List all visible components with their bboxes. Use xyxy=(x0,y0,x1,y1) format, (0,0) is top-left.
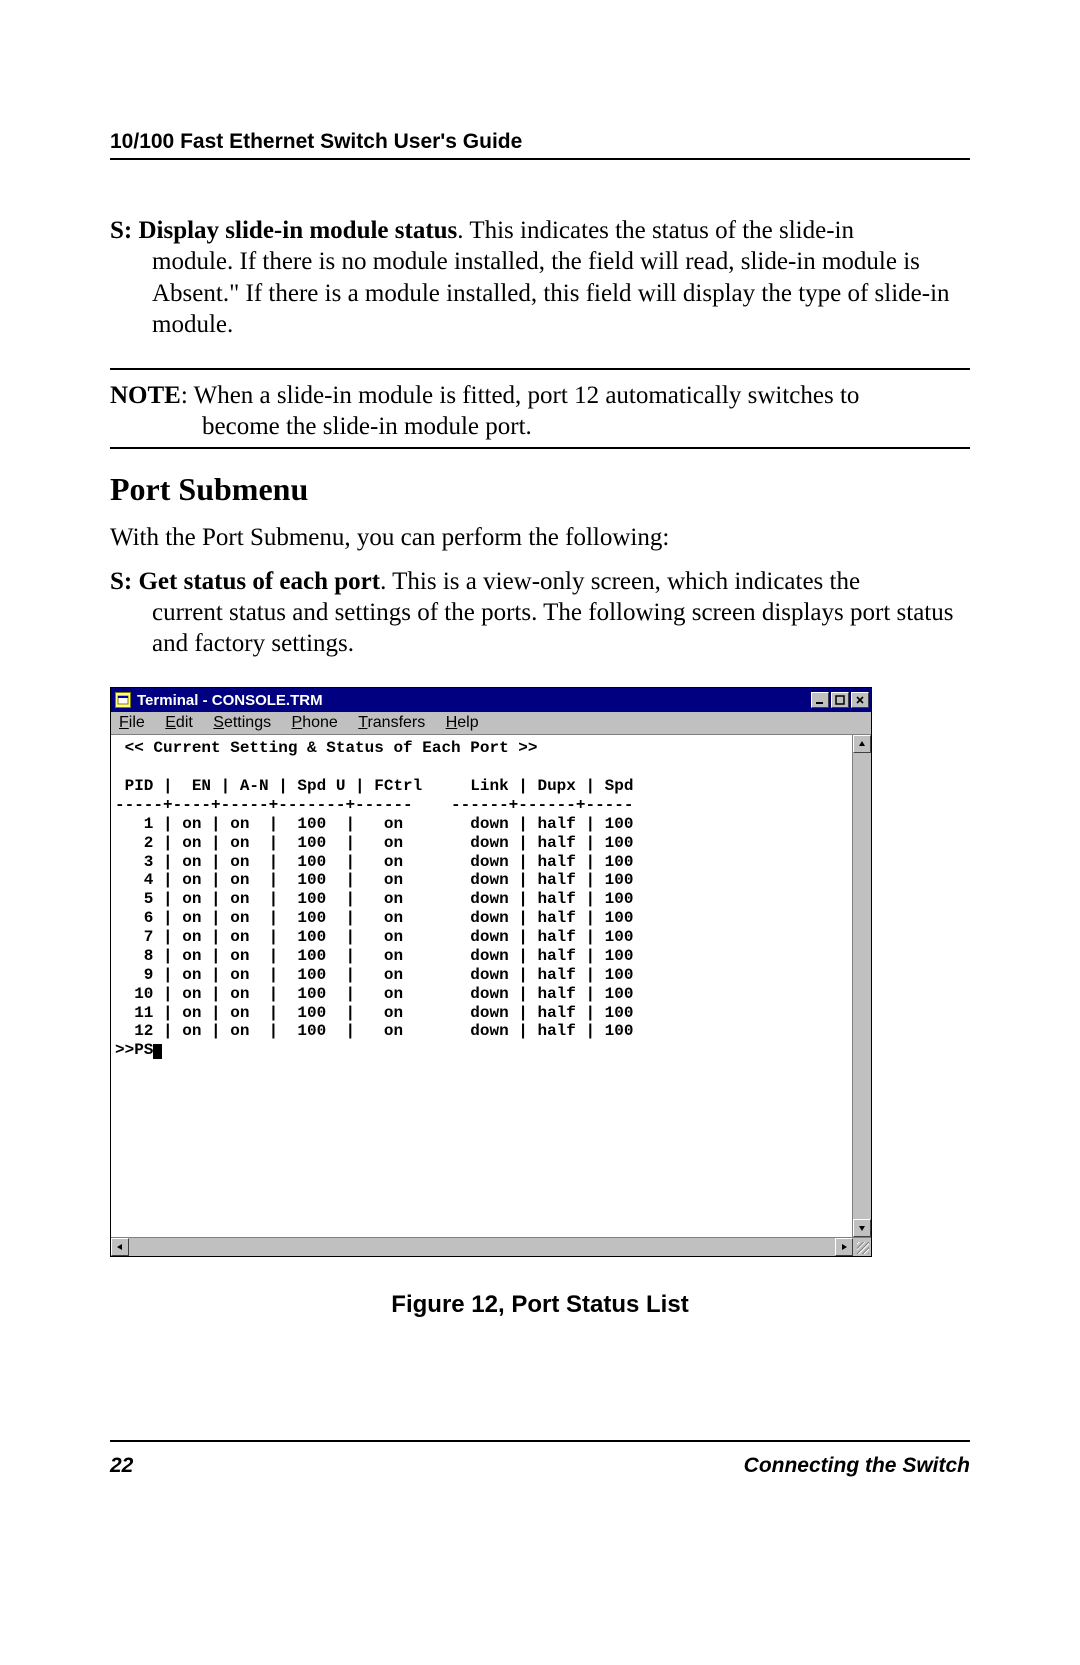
menubar: File Edit Settings Phone Transfers Help xyxy=(111,712,871,735)
resize-grip[interactable] xyxy=(853,1238,871,1256)
menu-edit[interactable]: Edit xyxy=(165,714,193,732)
note-rule-top xyxy=(110,368,970,370)
menu-settings[interactable]: Settings xyxy=(213,714,271,732)
para2-first-tail: . This is a view-only screen, which indi… xyxy=(380,568,860,595)
note-continuation: become the slide-in module port. xyxy=(110,411,970,442)
vertical-scrollbar[interactable] xyxy=(852,735,871,1237)
scroll-down-button[interactable] xyxy=(853,1219,871,1237)
scroll-right-button[interactable] xyxy=(835,1238,853,1256)
scroll-left-button[interactable] xyxy=(111,1238,129,1256)
para1-first-tail: . This indicates the status of the slide… xyxy=(457,217,854,244)
maximize-button[interactable] xyxy=(831,692,849,708)
page-header-title: 10/100 Fast Ethernet Switch User's Guide xyxy=(110,130,970,154)
terminal-cursor xyxy=(153,1044,162,1059)
para2-continuation: current status and settings of the ports… xyxy=(110,597,970,660)
note-rule-bottom xyxy=(110,447,970,449)
para1-continuation: module. If there is no module installed,… xyxy=(110,246,970,340)
menu-transfers[interactable]: Transfers xyxy=(358,714,425,732)
section-heading: Port Submenu xyxy=(110,471,970,508)
paragraph-slide-in-status: S: Display slide-in module status. This … xyxy=(110,215,970,340)
terminal-content: << Current Setting & Status of Each Port… xyxy=(111,735,852,1237)
titlebar: Terminal - CONSOLE.TRM xyxy=(111,688,871,712)
scroll-track-horizontal[interactable] xyxy=(129,1238,835,1256)
horizontal-scrollbar[interactable] xyxy=(111,1237,871,1256)
app-icon xyxy=(115,692,131,708)
window-title: Terminal - CONSOLE.TRM xyxy=(137,692,811,709)
header-rule xyxy=(110,158,970,160)
terminal-window: Terminal - CONSOLE.TRM File Edit Setting… xyxy=(110,687,872,1257)
scroll-track-vertical[interactable] xyxy=(853,753,871,1219)
footer-rule xyxy=(110,1440,970,1442)
menu-phone[interactable]: Phone xyxy=(292,714,338,732)
footer-section-name: Connecting the Switch xyxy=(744,1454,970,1478)
para2-label: S: Get status of each port xyxy=(110,568,380,595)
scroll-up-button[interactable] xyxy=(853,735,871,753)
terminal-text: << Current Setting & Status of Each Port… xyxy=(115,739,848,1060)
menu-file[interactable]: File xyxy=(119,714,145,732)
paragraph-intro: With the Port Submenu, you can perform t… xyxy=(110,524,970,552)
note-block: NOTE: When a slide-in module is fitted, … xyxy=(110,380,970,443)
footer-page-number: 22 xyxy=(110,1454,133,1478)
menu-help[interactable]: Help xyxy=(446,714,479,732)
close-button[interactable] xyxy=(851,692,869,708)
minimize-button[interactable] xyxy=(811,692,829,708)
para1-label: S: Display slide-in module status xyxy=(110,217,457,244)
note-label: NOTE xyxy=(110,382,181,409)
paragraph-port-status: S: Get status of each port. This is a vi… xyxy=(110,566,970,660)
figure-caption: Figure 12, Port Status List xyxy=(110,1291,970,1319)
note-first-tail: : When a slide-in module is fitted, port… xyxy=(181,382,860,409)
